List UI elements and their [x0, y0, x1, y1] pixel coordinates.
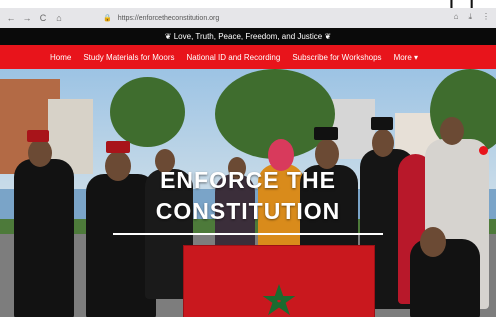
- hero-person-fez: [106, 141, 130, 153]
- hero-flag: [183, 245, 375, 317]
- nav-subscribe[interactable]: Subscribe for Workshops: [292, 53, 381, 62]
- browser-toolbar: ← → C ⌂ 🔒 https://enforcetheconstitution…: [0, 8, 496, 28]
- hero-person: [14, 159, 74, 317]
- hero-person: [410, 239, 480, 317]
- lock-icon: 🔒: [103, 15, 112, 22]
- extension-icon[interactable]: ⌂: [454, 12, 459, 22]
- hero-person-fez: [371, 117, 393, 130]
- home-icon[interactable]: ⌂: [54, 13, 64, 23]
- hero-person-head: [28, 139, 52, 167]
- red-dot-icon: [479, 146, 488, 155]
- flag-star-icon: [262, 283, 296, 316]
- browser-actions: ⌂ ⤓ ⋮: [454, 12, 490, 22]
- nav-more-label: More: [393, 52, 412, 62]
- nav-more[interactable]: More ▾: [394, 53, 418, 62]
- hero-person-fez: [314, 127, 338, 140]
- hero-title-line1: ENFORCE THE: [160, 167, 336, 193]
- hero-image: ENFORCE THE CONSTITUTION: [0, 69, 496, 317]
- nav-study-materials[interactable]: Study Materials for Moors: [83, 53, 174, 62]
- download-icon[interactable]: ⤓: [468, 12, 472, 22]
- hero-person-head: [440, 117, 464, 145]
- url-text: https://enforcetheconstitution.org: [117, 14, 220, 22]
- hero-tree: [110, 77, 185, 147]
- hero-person-head: [372, 129, 394, 157]
- leaf-icon: ❦: [164, 32, 172, 41]
- banner-text: Love, Truth, Peace, Freedom, and Justice: [173, 32, 323, 41]
- hero-title-line2: CONSTITUTION: [155, 198, 341, 224]
- leaf-icon-right: ❦: [324, 32, 332, 41]
- hero-title: ENFORCE THE CONSTITUTION: [122, 165, 374, 227]
- nav-national-id[interactable]: National ID and Recording: [186, 53, 280, 62]
- back-icon[interactable]: ←: [6, 13, 16, 23]
- hero-divider: [113, 233, 383, 235]
- main-navigation: Home Study Materials for Moors National …: [0, 45, 496, 69]
- reload-icon[interactable]: C: [38, 13, 48, 23]
- forward-icon[interactable]: →: [22, 13, 32, 23]
- address-bar[interactable]: 🔒 https://enforcetheconstitution.org: [103, 11, 403, 25]
- site-banner: ❦ Love, Truth, Peace, Freedom, and Justi…: [0, 28, 496, 45]
- menu-icon[interactable]: ⋮: [482, 12, 490, 22]
- hero-person-head: [420, 227, 446, 257]
- chevron-down-icon: ▾: [414, 52, 419, 62]
- nav-home[interactable]: Home: [50, 53, 71, 62]
- hero-person-fez: [27, 130, 49, 142]
- page-top-strip: [0, 0, 496, 8]
